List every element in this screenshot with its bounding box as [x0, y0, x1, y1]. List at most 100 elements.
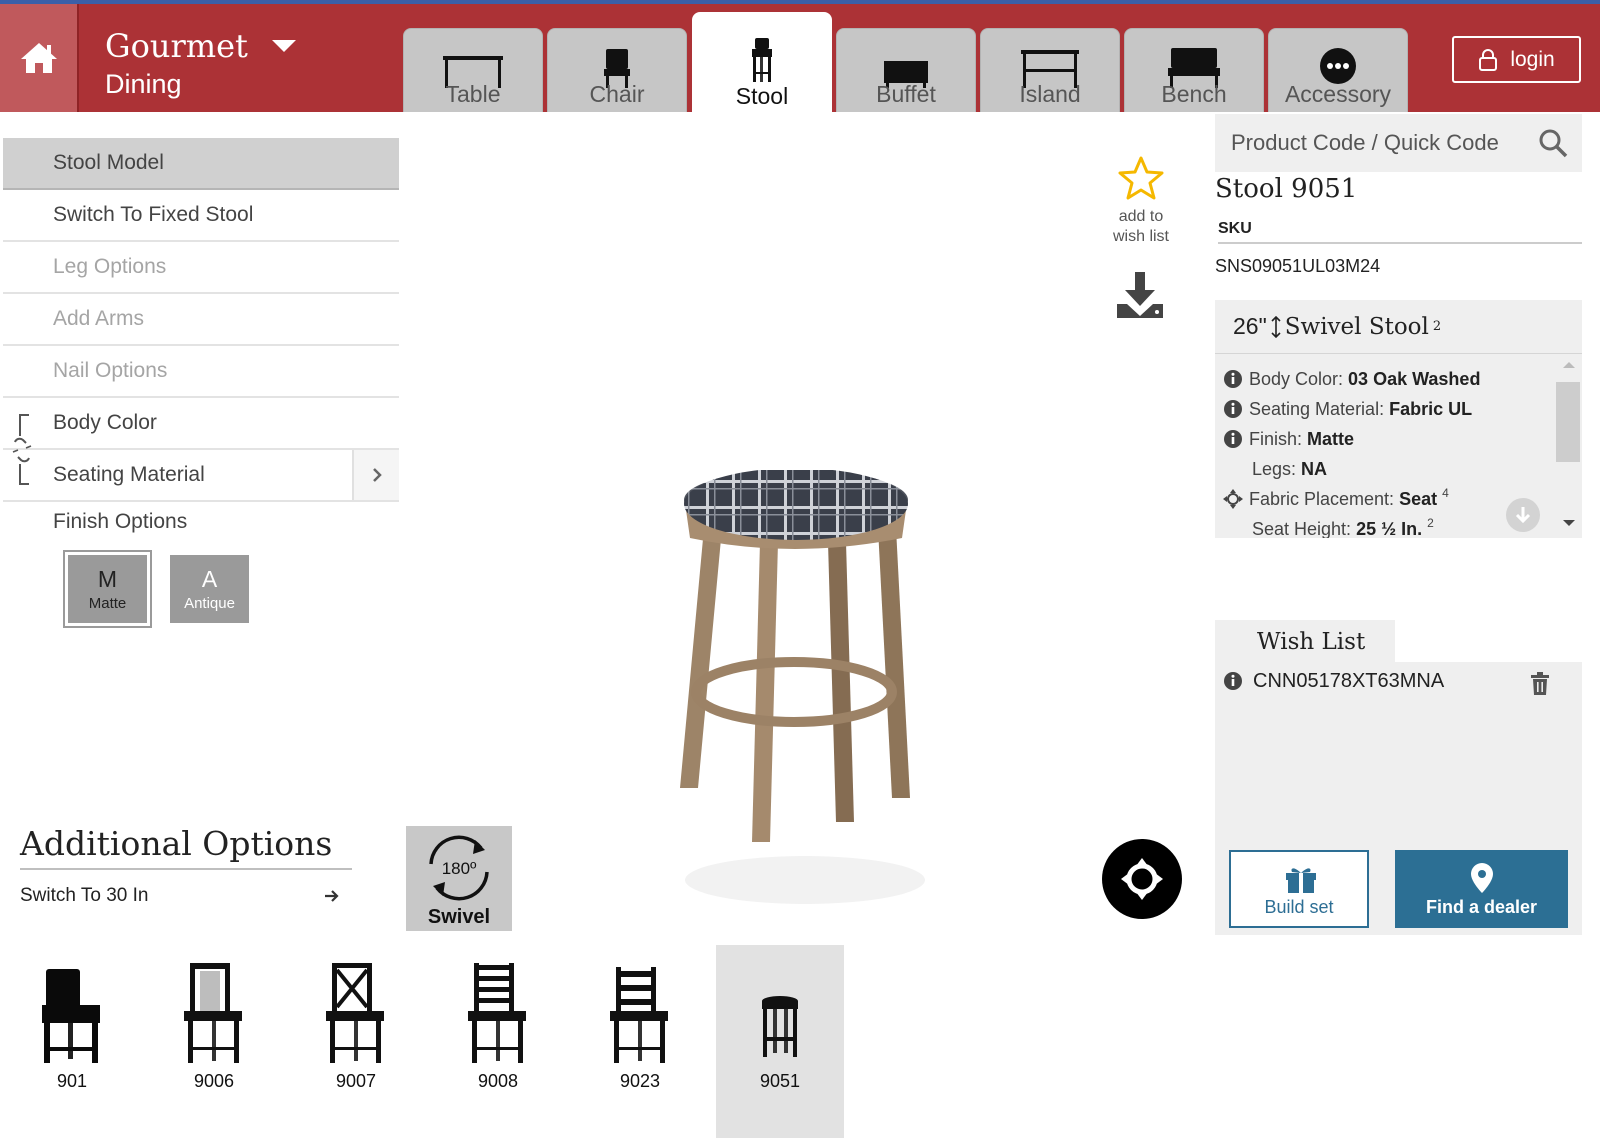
- tab-label: Stool: [735, 83, 789, 109]
- menu-item-label: Body Color: [53, 411, 157, 434]
- spec-label: Finish:: [1249, 428, 1303, 449]
- home-button[interactable]: [0, 4, 79, 112]
- spec-value: 03 Oak Washed: [1348, 368, 1481, 389]
- menu-item-body-color[interactable]: Body Color: [3, 398, 399, 450]
- build-set-label: Build set: [1264, 897, 1334, 917]
- model-thumb-9008[interactable]: 9008: [434, 945, 562, 1138]
- model-thumb-9007[interactable]: 9007: [292, 945, 420, 1138]
- model-thumb-9023[interactable]: 9023: [576, 945, 704, 1138]
- finish-label: Antique: [184, 595, 235, 612]
- trash-icon[interactable]: [1530, 672, 1550, 696]
- unlink-icon[interactable]: [9, 414, 35, 486]
- scroll-thumb[interactable]: [1556, 382, 1580, 462]
- build-set-button[interactable]: Build set: [1229, 850, 1369, 928]
- wishlist-item: CNN05178XT63MNA: [1223, 666, 1578, 696]
- menu-item-label: Switch To Fixed Stool: [53, 203, 254, 226]
- spec-label: Legs:: [1252, 458, 1297, 479]
- swivel-label: Swivel: [427, 906, 491, 928]
- search-icon[interactable]: [1538, 128, 1568, 158]
- menu-item-seating-material[interactable]: Seating Material: [3, 450, 399, 502]
- download-icon[interactable]: [1113, 270, 1167, 320]
- login-label: login: [1510, 47, 1555, 71]
- tab-bench[interactable]: Bench: [1124, 28, 1264, 112]
- menu-item-add-arms[interactable]: Add Arms: [3, 294, 399, 346]
- home-icon: [20, 43, 57, 73]
- finish-label: Matte: [88, 595, 127, 612]
- stool-901-icon: [42, 969, 100, 1063]
- spec-label: Body Color:: [1249, 368, 1344, 389]
- model-thumb-901[interactable]: 901: [8, 945, 136, 1138]
- switch-label: Switch To 30 In: [20, 885, 149, 906]
- swivel-degrees: 180º: [442, 859, 477, 878]
- rotate-icon: 180º: [429, 835, 489, 901]
- configuration-panel: 26" Swivel Stool 2 Body Color: 03 Oak Was…: [1215, 300, 1582, 538]
- config-name: Swivel Stool: [1284, 313, 1429, 340]
- stool-9008-icon: [468, 963, 526, 1063]
- spec-list: Body Color: 03 Oak Washed Seating Materia…: [1215, 356, 1555, 538]
- find-dealer-button[interactable]: Find a dealer: [1395, 850, 1568, 928]
- spec-footnote: 4: [1442, 486, 1449, 500]
- menu-item-label: Leg Options: [53, 255, 167, 278]
- model-thumb-9051[interactable]: 9051: [716, 945, 844, 1138]
- brand-dropdown-icon[interactable]: [271, 40, 296, 52]
- stool-icon: [752, 38, 772, 82]
- gift-icon: [1286, 868, 1316, 893]
- menu-item-stool-model[interactable]: Stool Model: [3, 138, 399, 190]
- model-code: 9008: [477, 1071, 519, 1091]
- info-icon[interactable]: [1223, 369, 1243, 389]
- tab-label: Bench: [1161, 81, 1227, 107]
- expand-arrow[interactable]: [352, 450, 399, 500]
- find-dealer-label: Find a dealer: [1425, 897, 1538, 917]
- view-center-button[interactable]: [1102, 839, 1182, 919]
- tab-stool[interactable]: Stool: [692, 12, 832, 114]
- tab-accessory[interactable]: Accessory: [1268, 28, 1408, 112]
- crosshair-icon: [1121, 858, 1163, 900]
- sku-value: SNS09051UL03M24: [1215, 256, 1381, 276]
- menu-item-label: Add Arms: [53, 307, 145, 330]
- brand-name: Gourmet: [105, 27, 248, 65]
- login-button[interactable]: login: [1452, 36, 1581, 83]
- scroll-down-icon[interactable]: [1562, 518, 1576, 528]
- spec-value: Seat: [1399, 488, 1438, 509]
- finish-antique-button[interactable]: A Antique: [170, 555, 249, 623]
- model-code: 9007: [335, 1071, 377, 1091]
- switch-to-30-link[interactable]: Switch To 30 In: [20, 885, 340, 907]
- product-title: Stool 9051: [1215, 174, 1358, 204]
- arrow-down-icon: [1515, 507, 1531, 524]
- menu-item-leg-options[interactable]: Leg Options: [3, 242, 399, 294]
- product-code-input[interactable]: [1231, 130, 1531, 156]
- config-footnote: 2: [1432, 319, 1442, 334]
- sku-label: SKU: [1218, 220, 1582, 244]
- wishlist-tab[interactable]: Wish List: [1215, 620, 1395, 664]
- model-code: 9006: [193, 1071, 235, 1091]
- info-icon[interactable]: [1223, 429, 1243, 449]
- tab-island[interactable]: Island: [980, 28, 1120, 112]
- tab-label: Table: [445, 81, 501, 107]
- menu-item-switch-fixed[interactable]: Switch To Fixed Stool: [3, 190, 399, 242]
- swivel-badge: 180º Swivel: [406, 826, 512, 931]
- app-root: Gourmet Dining Table Chair Stool Buffet …: [0, 0, 1600, 1141]
- ellipsis-icon: [1320, 48, 1356, 84]
- info-icon[interactable]: [1223, 399, 1243, 419]
- add-to-wishlist-button[interactable]: add to wish list: [1103, 155, 1179, 247]
- menu-item-nail-options[interactable]: Nail Options: [3, 346, 399, 398]
- finish-matte-button[interactable]: M Matte: [63, 550, 152, 628]
- tab-buffet[interactable]: Buffet: [836, 28, 976, 112]
- info-icon[interactable]: [1223, 671, 1243, 691]
- scroll-more-button[interactable]: [1506, 498, 1540, 532]
- menu-item-label: Stool Model: [53, 151, 164, 174]
- tab-table[interactable]: Table: [403, 28, 543, 112]
- wishlist-panel: CNN05178XT63MNA Build set Find a dealer: [1215, 662, 1582, 935]
- tab-label: Accessory: [1284, 81, 1392, 107]
- tab-chair[interactable]: Chair: [547, 28, 687, 112]
- finish-letter: M: [97, 566, 118, 592]
- star-icon: [1118, 156, 1164, 200]
- finish-options-title: Finish Options: [53, 510, 188, 533]
- spec-fabric-placement: Fabric Placement: Seat 4: [1215, 484, 1555, 514]
- move-icon[interactable]: [1223, 489, 1243, 509]
- model-thumb-9006[interactable]: 9006: [150, 945, 278, 1138]
- add-to-wishlist-label: add to wish list: [1112, 208, 1169, 245]
- spec-legs: Legs: NA: [1215, 454, 1555, 484]
- scroll-up-icon[interactable]: [1562, 360, 1576, 370]
- menu-item-label: Seating Material: [53, 463, 205, 486]
